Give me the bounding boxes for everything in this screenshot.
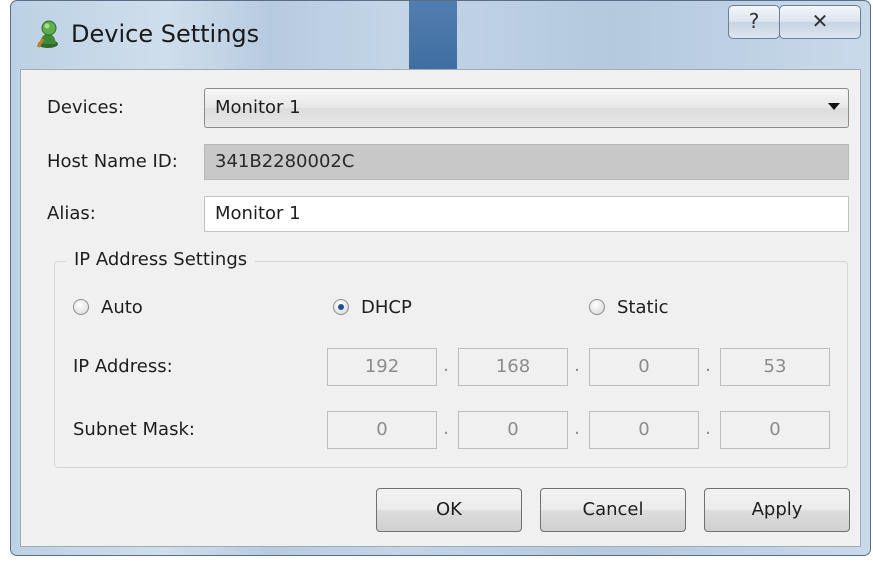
subnet-octet-2[interactable]: 0: [458, 411, 568, 449]
close-button[interactable]: ✕: [779, 5, 861, 39]
alias-label: Alias:: [47, 203, 96, 224]
chevron-down-icon[interactable]: [828, 103, 840, 110]
subnet-octet-1[interactable]: 0: [327, 411, 437, 449]
apply-button[interactable]: Apply: [704, 488, 850, 532]
radio-static-label: Static: [617, 297, 669, 318]
subnet-separator: .: [574, 418, 580, 439]
devices-dropdown-value: Monitor 1: [215, 97, 301, 118]
ip-settings-legend: IP Address Settings: [66, 245, 256, 275]
help-button[interactable]: ?: [728, 5, 780, 39]
radio-auto-label: Auto: [101, 297, 143, 318]
radio-dot-icon: [338, 304, 344, 310]
devices-label: Devices:: [47, 97, 125, 118]
radio-unchecked-icon[interactable]: [73, 299, 89, 315]
subnet-separator: .: [443, 418, 449, 439]
title-bar[interactable]: Device Settings ? ✕: [11, 1, 870, 69]
ip-octet-3[interactable]: 0: [589, 348, 699, 386]
host-name-field: 341B2280002C: [204, 144, 849, 180]
cancel-button[interactable]: Cancel: [540, 488, 686, 532]
ip-octet-2[interactable]: 168: [458, 348, 568, 386]
devices-dropdown[interactable]: Monitor 1: [204, 88, 849, 128]
alias-input-value: Monitor 1: [215, 203, 301, 224]
ip-octet-1[interactable]: 192: [327, 348, 437, 386]
ip-separator: .: [574, 355, 580, 376]
ok-button[interactable]: OK: [376, 488, 522, 532]
radio-checked-icon[interactable]: [333, 299, 349, 315]
title-bar-decoration: [409, 1, 457, 69]
window-title: Device Settings: [71, 20, 260, 48]
radio-dhcp-label: DHCP: [361, 297, 412, 318]
dialog-body: Devices: Monitor 1 Host Name ID: 341B228…: [20, 69, 861, 547]
subnet-separator: .: [705, 418, 711, 439]
app-person-icon: [31, 17, 65, 51]
subnet-octet-3[interactable]: 0: [589, 411, 699, 449]
host-name-label: Host Name ID:: [47, 151, 178, 172]
radio-unchecked-icon[interactable]: [589, 299, 605, 315]
device-settings-window: Device Settings ? ✕ Devices: Monitor 1 H…: [10, 0, 871, 556]
ip-address-label: IP Address:: [73, 356, 173, 377]
ip-octet-4[interactable]: 53: [720, 348, 830, 386]
host-name-value: 341B2280002C: [215, 151, 355, 172]
subnet-octet-4[interactable]: 0: [720, 411, 830, 449]
subnet-mask-label: Subnet Mask:: [73, 419, 195, 440]
alias-input[interactable]: Monitor 1: [204, 196, 849, 232]
ip-separator: .: [443, 355, 449, 376]
ip-separator: .: [705, 355, 711, 376]
